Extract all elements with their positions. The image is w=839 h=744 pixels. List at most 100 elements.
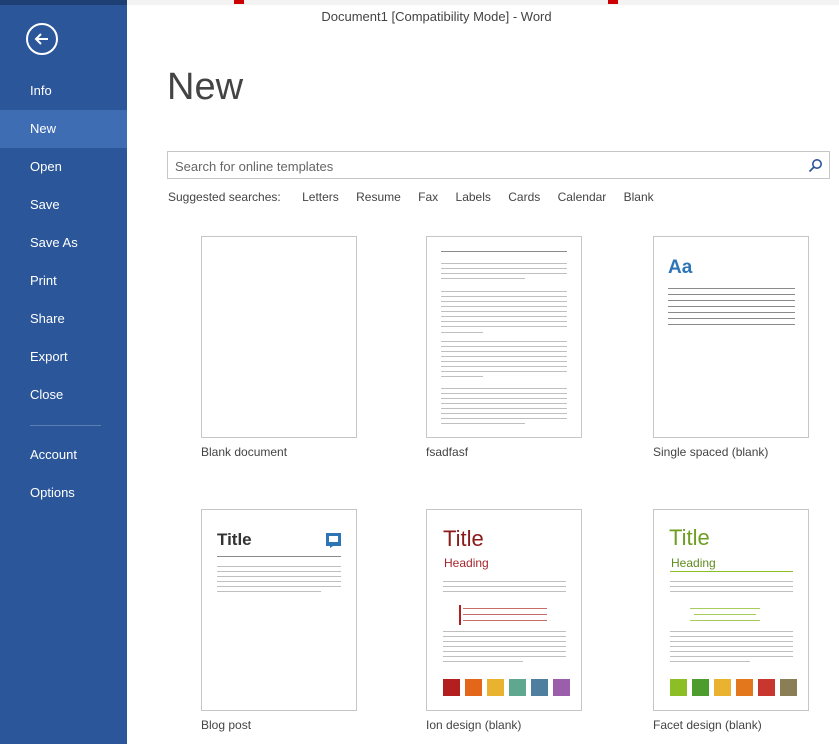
thumb-line <box>441 408 567 409</box>
thumb-line <box>441 316 567 317</box>
back-button[interactable] <box>26 23 58 55</box>
thumb-line <box>668 306 795 307</box>
search-input[interactable] <box>168 152 807 180</box>
page-title: New <box>167 66 244 108</box>
taskbar-mark <box>608 0 618 4</box>
color-swatch <box>443 679 460 696</box>
thumb-line <box>668 312 795 313</box>
thumb-line <box>441 356 567 357</box>
thumb-line <box>441 351 567 352</box>
thumb-line <box>441 418 567 419</box>
sidebar-item-new[interactable]: New <box>0 110 127 148</box>
thumb-line <box>443 651 566 652</box>
sidebar-item-info[interactable]: Info <box>0 72 127 110</box>
thumb-line <box>441 268 567 269</box>
sidebar-item-export[interactable]: Export <box>0 338 127 376</box>
template-ion-design[interactable]: Title Heading Ion design (blank) <box>426 509 582 732</box>
color-swatch <box>780 679 797 696</box>
sidebar-item-save-as[interactable]: Save As <box>0 224 127 262</box>
thumb-quote-bar <box>459 605 461 625</box>
thumb-line <box>463 608 547 609</box>
template-fsadfasf[interactable]: fsadfasf <box>426 236 582 459</box>
thumb-line <box>217 591 321 592</box>
thumb-line <box>217 556 341 557</box>
suggested-search-labels[interactable]: Labels <box>456 190 491 204</box>
template-facet-design[interactable]: Title Heading Facet design (blank) <box>653 509 809 732</box>
thumb-line <box>670 661 750 662</box>
suggested-search-blank[interactable]: Blank <box>624 190 654 204</box>
color-swatch <box>465 679 482 696</box>
color-swatch <box>736 679 753 696</box>
thumb-line <box>441 311 567 312</box>
thumb-line <box>441 278 525 279</box>
thumb-line <box>441 403 567 404</box>
thumb-line <box>670 646 793 647</box>
template-thumbnail[interactable] <box>426 236 582 438</box>
thumb-heading-text: Heading <box>444 556 489 570</box>
sidebar-item-account[interactable]: Account <box>0 436 127 474</box>
thumb-line <box>441 273 567 274</box>
thumb-line <box>443 661 523 662</box>
thumb-line <box>217 586 341 587</box>
suggested-search-resume[interactable]: Resume <box>356 190 401 204</box>
thumb-line <box>441 306 567 307</box>
suggested-searches: Suggested searches: Letters Resume Fax L… <box>168 190 668 204</box>
template-thumbnail[interactable]: Aa <box>653 236 809 438</box>
thumb-line <box>443 636 566 637</box>
suggested-search-letters[interactable]: Letters <box>302 190 339 204</box>
thumb-line <box>670 651 793 652</box>
color-swatch <box>692 679 709 696</box>
thumb-line <box>441 346 567 347</box>
thumb-line <box>668 294 795 295</box>
thumb-line <box>441 321 567 322</box>
thumb-line <box>668 324 795 325</box>
backstage-sidebar: Info New Open Save Save As Print Share E… <box>0 0 127 744</box>
sidebar-top-strip <box>0 0 127 5</box>
thumb-line <box>443 641 566 642</box>
search-icon[interactable] <box>808 158 823 173</box>
suggested-search-fax[interactable]: Fax <box>418 190 438 204</box>
thumb-title-text: Title <box>217 530 252 549</box>
thumb-line <box>441 296 567 297</box>
template-thumbnail[interactable]: Title Heading <box>426 509 582 711</box>
thumb-line <box>443 591 566 592</box>
color-swatch <box>553 679 570 696</box>
template-single-spaced[interactable]: Aa Single spaced (blank) <box>653 236 809 459</box>
thumb-line <box>441 398 567 399</box>
suggested-search-cards[interactable]: Cards <box>508 190 540 204</box>
template-thumbnail[interactable]: Title <box>201 509 357 711</box>
thumb-line <box>441 423 525 424</box>
template-blank-document[interactable]: Blank document <box>201 236 357 459</box>
thumb-line <box>670 636 793 637</box>
color-swatch <box>714 679 731 696</box>
template-thumbnail[interactable] <box>201 236 357 438</box>
thumb-line <box>217 581 341 582</box>
sidebar-item-close[interactable]: Close <box>0 376 127 414</box>
thumb-line <box>670 656 793 657</box>
thumb-line <box>668 300 795 301</box>
thumb-line <box>441 376 483 377</box>
thumb-line <box>441 263 567 264</box>
taskbar-mark <box>234 0 244 4</box>
thumb-line <box>217 576 341 577</box>
template-thumbnail[interactable]: Title Heading <box>653 509 809 711</box>
thumb-heading-text: Heading <box>671 556 716 570</box>
thumb-line <box>443 586 566 587</box>
thumb-line <box>668 318 795 319</box>
thumb-line <box>443 646 566 647</box>
thumb-line <box>670 586 793 587</box>
thumb-line <box>443 581 566 582</box>
sidebar-item-open[interactable]: Open <box>0 148 127 186</box>
template-caption: Blog post <box>201 718 252 732</box>
thumb-line <box>443 656 566 657</box>
suggested-search-calendar[interactable]: Calendar <box>558 190 607 204</box>
sidebar-item-print[interactable]: Print <box>0 262 127 300</box>
template-blog-post[interactable]: Title Blog post <box>201 509 357 732</box>
template-caption: fsadfasf <box>426 445 469 459</box>
sidebar-item-options[interactable]: Options <box>0 474 127 512</box>
blog-comment-icon <box>326 533 341 548</box>
sidebar-item-save[interactable]: Save <box>0 186 127 224</box>
template-search-box[interactable] <box>167 151 830 180</box>
sidebar-item-share[interactable]: Share <box>0 300 127 338</box>
thumb-line <box>694 614 756 615</box>
